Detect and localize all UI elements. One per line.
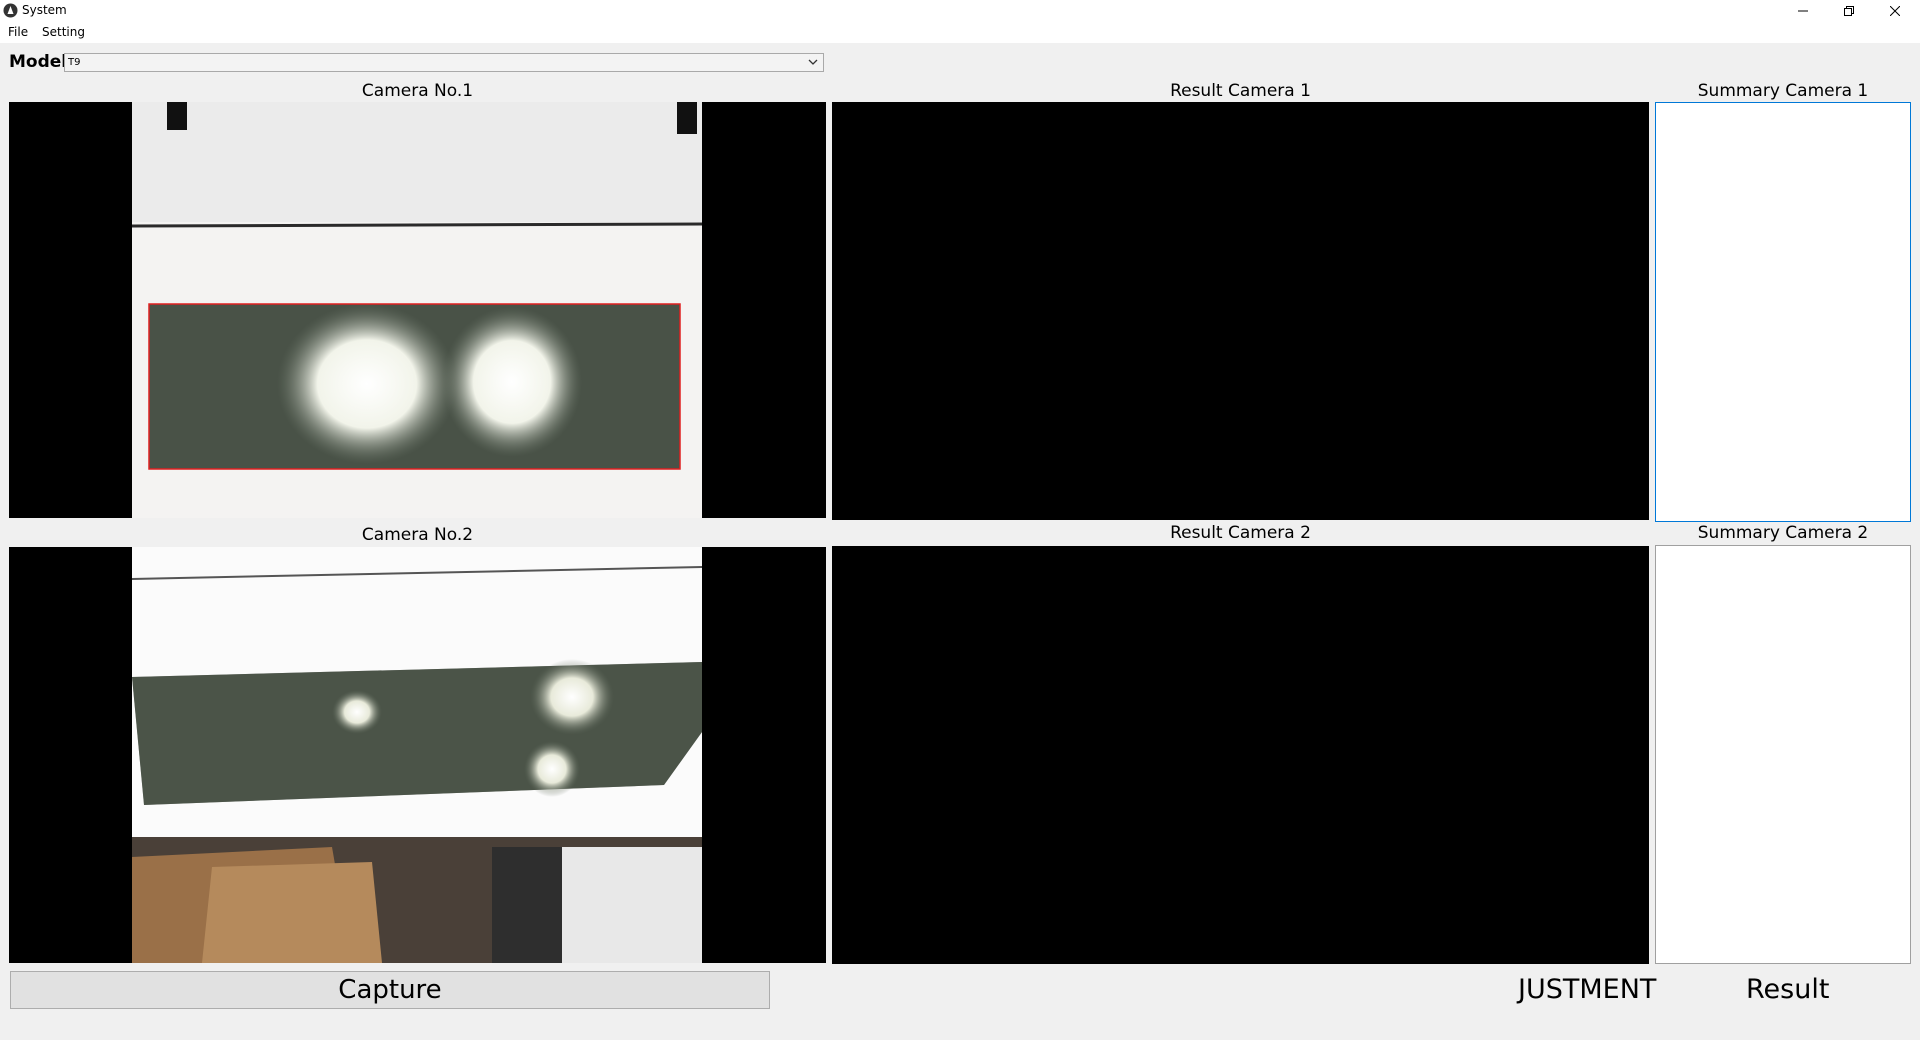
menu-file[interactable]: File [8,25,28,40]
summary-camera2-box[interactable] [1655,545,1911,964]
restore-icon [1844,5,1854,16]
adjustment-status: JUSTMENT [1518,974,1657,1005]
chevron-down-icon [808,59,818,65]
result1-title: Result Camera 1 [1170,81,1311,101]
minimize-button[interactable] [1780,0,1826,21]
result2-title: Result Camera 2 [1170,523,1311,543]
result-status: Result [1746,974,1830,1005]
result-camera2-view [832,546,1649,964]
menu-setting[interactable]: Setting [42,25,85,40]
summary1-title: Summary Camera 1 [1697,81,1869,101]
camera2-image [132,547,702,963]
capture-button[interactable]: Capture [10,971,770,1009]
app-icon [3,3,18,18]
camera1-image [132,102,702,518]
camera1-view [9,102,826,518]
window-title: System [22,3,67,17]
summary-camera1-box[interactable] [1655,102,1911,522]
camera1-title: Camera No.1 [361,81,474,101]
close-button[interactable] [1872,0,1918,21]
model-selected-value: T9 [68,57,81,68]
restore-button[interactable] [1826,0,1872,21]
result-camera1-view [832,102,1649,520]
camera2-title: Camera No.2 [361,525,474,545]
camera2-view [9,547,826,963]
menu-bar: File Setting [0,21,1920,43]
close-icon [1890,5,1900,16]
title-bar: System [0,0,1920,21]
model-dropdown[interactable]: T9 [64,53,824,72]
model-label: Model [9,52,68,72]
summary2-title: Summary Camera 2 [1697,523,1869,543]
minimize-icon [1798,10,1808,11]
